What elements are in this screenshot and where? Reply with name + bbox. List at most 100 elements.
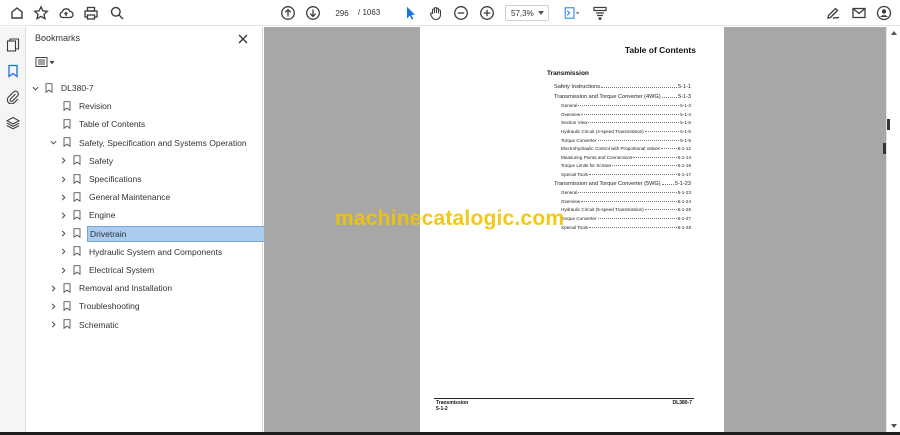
chevron-right-icon[interactable] — [49, 320, 58, 329]
bookmark-label: Removal and Installation — [79, 283, 173, 294]
hand-tool-icon[interactable] — [427, 4, 445, 22]
bookmark-item[interactable]: Troubleshooting — [49, 297, 142, 315]
bookmark-icon — [45, 82, 54, 94]
cursor-select-icon[interactable] — [401, 4, 419, 22]
toc-entry[interactable]: Overview 5-1-24 — [561, 199, 691, 204]
toc-entry-title: Overview — [561, 111, 581, 117]
footer-model: DL380-7 — [672, 400, 692, 406]
bookmark-item[interactable]: General Maintenance — [59, 188, 172, 206]
toc-entry-page: 5-1-1 — [677, 84, 691, 90]
toc-entry[interactable]: Transmission and Torque Converter (4WG) 5… — [554, 94, 691, 100]
bookmark-icon — [63, 119, 72, 130]
zoom-in-icon[interactable] — [478, 4, 496, 22]
bookmark-item[interactable]: Revision — [49, 97, 114, 115]
layers-icon[interactable] — [4, 114, 22, 132]
toc-entry[interactable]: General 5-1-23 — [561, 190, 691, 195]
bookmark-icon[interactable] — [4, 62, 22, 80]
bookmark-icon — [63, 137, 72, 148]
toc-entry[interactable]: Section View 5-1-6 — [561, 120, 691, 125]
zoom-search-icon[interactable] — [108, 4, 126, 22]
zoom-level-select[interactable]: 57,3% — [505, 5, 549, 21]
bookmark-item[interactable]: DL380-7 — [31, 79, 96, 97]
chevron-right-icon[interactable] — [59, 229, 68, 238]
chevron-down-icon[interactable] — [49, 138, 58, 147]
toc-entry-title: Safety Instructions — [554, 84, 601, 90]
attachment-icon[interactable] — [4, 88, 22, 106]
chevron-right-icon[interactable] — [49, 302, 58, 311]
bookmark-icon — [73, 210, 82, 221]
mail-icon[interactable] — [850, 4, 868, 22]
chevron-right-icon[interactable] — [59, 175, 68, 184]
bookmark-item[interactable]: Schematic — [49, 316, 121, 334]
toc-entry[interactable]: Torque Converter 5-1-27 — [561, 216, 691, 221]
toc-entry[interactable]: Special Tools 5-1-17 — [561, 172, 691, 177]
toc-entry[interactable]: Transmission and Torque Converter (5WG) 5… — [554, 181, 691, 187]
toc-leader-dots — [633, 155, 677, 158]
footer-left: Transmission 5-1-2 — [436, 400, 468, 412]
panel-title: Bookmarks — [35, 33, 81, 43]
bookmark-label: Revision — [79, 101, 112, 112]
watermark-text: machinecatalogic.com — [335, 207, 565, 230]
toc-entry[interactable]: General 5-1-3 — [561, 103, 691, 108]
bookmark-item[interactable]: Specifications — [59, 170, 143, 188]
section-heading: Transmission — [547, 70, 589, 77]
read-mode-icon[interactable] — [591, 4, 609, 22]
account-icon[interactable] — [875, 4, 893, 22]
chevron-right-icon[interactable] — [59, 247, 68, 256]
toc-entry-page: 5-1-26 — [677, 207, 691, 213]
zoom-out-icon[interactable] — [452, 4, 470, 22]
toc-entry-page: 5-1-27 — [677, 216, 691, 221]
bookmark-item[interactable]: Table of Contents — [49, 115, 147, 133]
panel-resize-handle[interactable] — [887, 119, 890, 130]
home-icon[interactable] — [8, 4, 26, 22]
chevron-down-icon[interactable] — [31, 84, 40, 93]
toc-entry-page: 5-1-16 — [677, 163, 691, 169]
toc-entry-page: 5-1-14 — [677, 154, 691, 160]
bookmark-icon — [73, 155, 82, 166]
edit-sign-icon[interactable] — [824, 4, 842, 22]
toc-entry-title: Hydraulic Circuit (4-speed Transmission) — [561, 129, 644, 134]
toc-entry[interactable]: Safety Instructions 5-1-1 — [554, 84, 691, 90]
toc-entry-title: Section View — [561, 120, 588, 126]
toc-entry[interactable]: Special Tools 5-1-28 — [561, 225, 691, 230]
page-number-input[interactable] — [330, 5, 354, 21]
cloud-upload-icon[interactable] — [57, 4, 75, 22]
bookmark-label: Troubleshooting — [79, 301, 140, 312]
bookmark-item[interactable]: Safety — [59, 152, 115, 170]
bookmark-item[interactable]: Drivetrain — [59, 225, 265, 243]
fit-page-icon[interactable] — [561, 4, 583, 22]
bookmark-item[interactable]: Removal and Installation — [49, 279, 174, 297]
toc-entry[interactable]: Torque Converter 5-1-9 — [561, 138, 691, 143]
toc-entry-title: General — [561, 103, 578, 109]
chevron-right-icon[interactable] — [59, 156, 68, 165]
toc-leader-dots — [661, 94, 677, 98]
print-icon[interactable] — [82, 4, 100, 22]
toc-entry[interactable]: Measuring Points and Connections 5-1-14 — [561, 155, 691, 160]
toc-entry[interactable]: Overview 5-1-4 — [561, 112, 691, 117]
bookmark-label: Engine — [89, 210, 116, 221]
pages-icon[interactable] — [4, 36, 22, 54]
toc-entry[interactable]: Hydraulic Circuit (5-speed Transmission)… — [561, 207, 691, 212]
page-up-icon[interactable] — [279, 4, 297, 22]
chevron-right-icon[interactable] — [49, 284, 58, 293]
toc-leader-dots — [578, 190, 677, 194]
bookmark-item[interactable]: Safety, Specification and Systems Operat… — [49, 134, 249, 152]
chevron-right-icon[interactable] — [59, 211, 68, 220]
toc-entry[interactable]: Electrohydraulic Control with Proportion… — [561, 146, 691, 151]
scroll-down-icon[interactable] — [891, 424, 897, 428]
chevron-right-icon[interactable] — [59, 266, 68, 275]
page-down-icon[interactable] — [304, 4, 322, 22]
bookmark-item[interactable]: Electrical System — [59, 261, 156, 279]
page-total-label: / 1063 — [358, 8, 381, 17]
chevron-right-icon[interactable] — [59, 193, 68, 202]
bookmark-item[interactable]: Hydraulic System and Components — [59, 243, 224, 261]
toc-entry[interactable]: Torque Limits for Screws 5-1-16 — [561, 163, 691, 168]
scroll-up-icon[interactable] — [891, 31, 897, 35]
toc-entry[interactable]: Hydraulic Circuit (4-speed Transmission)… — [561, 129, 691, 134]
bookmark-item[interactable]: Engine — [59, 206, 117, 224]
vertical-scrollbar[interactable] — [886, 27, 900, 432]
star-icon[interactable] — [32, 4, 50, 22]
bookmark-options-button[interactable] — [35, 56, 57, 68]
close-icon[interactable] — [237, 32, 249, 44]
